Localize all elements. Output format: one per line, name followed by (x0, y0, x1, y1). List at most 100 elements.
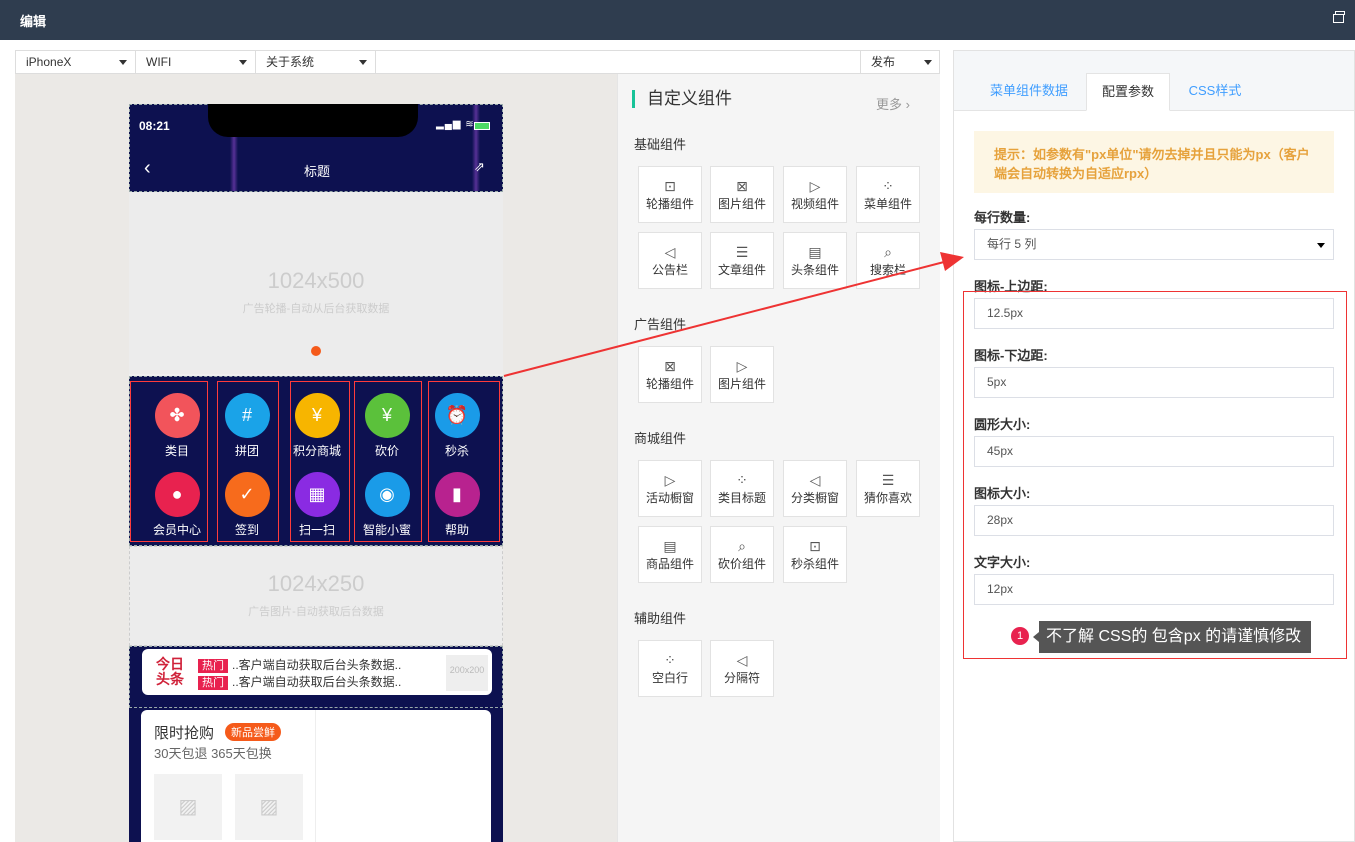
tab-config[interactable]: 配置参数 (1086, 73, 1170, 111)
tab-css[interactable]: CSS样式 (1176, 73, 1254, 111)
phone-notch (208, 104, 418, 137)
page-select[interactable]: 关于系统 (256, 51, 376, 73)
component-icon: ▤ (808, 244, 822, 260)
device-select[interactable]: iPhoneX (16, 51, 136, 73)
tab-menu-data[interactable]: 菜单组件数据 (974, 73, 1084, 111)
component-tile[interactable]: ⌕ 搜索栏 (856, 232, 920, 289)
component-tile[interactable]: ⁘ 菜单组件 (856, 166, 920, 223)
component-label: 头条组件 (790, 263, 839, 277)
share-icon[interactable]: ⇗ (474, 159, 485, 175)
component-label: 类目标题 (717, 491, 766, 505)
component-label: 视频组件 (790, 197, 839, 211)
component-icon: ☰ (735, 244, 749, 260)
phone-header[interactable]: 08:21 ▂▄▆ ≋ ‹ 标题 ⇗ (129, 104, 503, 192)
menu-item[interactable]: ✤ 类目 (142, 393, 212, 459)
component-label: 菜单组件 (863, 197, 912, 211)
component-tile[interactable]: ▷ 活动橱窗 (638, 460, 702, 517)
component-panel: 自定义组件 更多 › 基础组件 ⊡ 轮播组件 ⊠ 图片组件 ▷ 视频组件 ⁘ 菜单组件 ◁ 公告栏 ☰… (617, 74, 940, 842)
component-tile[interactable]: ☰ 猜你喜欢 (856, 460, 920, 517)
component-tile[interactable]: ◁ 公告栏 (638, 232, 702, 289)
component-icon: ⁘ (664, 652, 676, 668)
component-tile[interactable]: ☰ 文章组件 (710, 232, 774, 289)
more-label: 更多 (876, 97, 903, 112)
chevron-down-icon (924, 60, 932, 65)
component-tile[interactable]: ⌕ 砍价组件 (710, 526, 774, 583)
carousel-dot[interactable] (311, 346, 321, 356)
image-banner[interactable]: 1024x250 广告图片-自动获取后台数据 (129, 546, 503, 646)
menu-item-icon: ¥ (364, 393, 410, 438)
menu-item[interactable]: ⏰ 秒杀 (422, 393, 492, 459)
headline-item[interactable]: 热门 ..客户端自动获取后台头条数据.. (198, 656, 401, 673)
component-label: 活动橱窗 (645, 491, 694, 505)
component-tile[interactable]: ▷ 图片组件 (710, 346, 774, 403)
menu-item-icon: ⏰ (434, 393, 480, 438)
device-label: iPhoneX (26, 55, 72, 69)
component-tile[interactable]: ⊠ 图片组件 (710, 166, 774, 223)
publish-select[interactable]: 发布 (860, 51, 940, 73)
menu-item-label: 帮助 (444, 523, 469, 537)
menu-item[interactable]: ▮ 帮助 (422, 472, 492, 538)
flash-sale-title: 限时抢购 (154, 725, 215, 742)
component-tile[interactable]: ⁘ 类目标题 (710, 460, 774, 517)
chevron-right-icon: › (905, 97, 910, 112)
component-icon: ⌕ (738, 538, 746, 554)
hot-tag: 热门 (198, 676, 228, 690)
menu-component[interactable]: ✤ 类目 # 拼团 ¥ 积分商城 ¥ 砍价 ⏰ 秒杀 ● 会员中心 ✓ 签到 ▦ 扫一扫 ◉ 智能小蜜 ▮ 帮助 (129, 376, 503, 546)
component-icon: ▤ (663, 538, 677, 554)
component-tile[interactable]: ⊠ 轮播组件 (638, 346, 702, 403)
component-tile[interactable]: ▤ 商品组件 (638, 526, 702, 583)
component-group-title: 商城组件 (634, 431, 687, 446)
component-tile[interactable]: ⁘ 空白行 (638, 640, 702, 697)
component-group-title: 辅助组件 (634, 611, 687, 626)
component-label: 轮播组件 (645, 197, 694, 211)
menu-item[interactable]: ▦ 扫一扫 (282, 472, 352, 538)
menu-item[interactable]: ● 会员中心 (142, 472, 212, 538)
menu-item[interactable]: # 拼团 (212, 393, 282, 459)
chevron-down-icon (239, 60, 247, 65)
menu-item[interactable]: ◉ 智能小蜜 (352, 472, 422, 538)
component-label: 轮播组件 (645, 377, 694, 391)
menu-item-icon: ✤ (154, 393, 200, 438)
component-label: 图片组件 (717, 197, 766, 211)
component-icon: ▷ (809, 178, 821, 194)
component-tile[interactable]: ▤ 头条组件 (783, 232, 847, 289)
component-tile[interactable]: ▷ 视频组件 (783, 166, 847, 223)
component-icon: ◁ (664, 244, 676, 260)
menu-item-icon: ● (154, 472, 200, 517)
menu-item-icon: ▦ (294, 472, 340, 517)
component-label: 分隔符 (723, 671, 760, 685)
banner-caption: 广告轮播-自动从后台获取数据 (242, 303, 390, 315)
per-row-select[interactable]: 每行 5 列 (974, 229, 1334, 260)
component-icon: ⁘ (736, 472, 748, 488)
menu-item[interactable]: ¥ 积分商城 (282, 393, 352, 459)
menu-item[interactable]: ¥ 砍价 (352, 393, 422, 459)
component-label: 文章组件 (717, 263, 766, 277)
phone-preview: 08:21 ▂▄▆ ≋ ‹ 标题 ⇗ 1024x500 广告轮播-自动从后台获取… (129, 104, 503, 842)
headline-thumbnail: 200x200 (446, 655, 488, 691)
headline-component[interactable]: 今日 头条 热门 ..客户端自动获取后台头条数据.. 热门 ..客户端自动获取后台头条… (129, 646, 503, 708)
component-tile[interactable]: ◁ 分类橱窗 (783, 460, 847, 517)
component-tile[interactable]: ⊡ 轮播组件 (638, 166, 702, 223)
carousel-banner[interactable]: 1024x500 广告轮播-自动从后台获取数据 (129, 192, 503, 374)
maximize-icon[interactable] (1333, 11, 1345, 23)
component-icon: ⊡ (809, 538, 821, 554)
network-select[interactable]: WIFI (136, 51, 256, 73)
flash-sale-subtitle: 30天包退 365天包换 (154, 746, 272, 761)
more-link[interactable]: 更多 › (876, 94, 910, 113)
menu-item-icon: ▮ (434, 472, 480, 517)
annotation-note: 不了解 CSS的 包含px 的请谨慎修改 (1033, 621, 1311, 653)
component-label: 空白行 (651, 671, 688, 685)
flash-sale-component[interactable]: 限时抢购 新品尝鲜 30天包退 365天包换 ▨ ▨ (129, 708, 503, 842)
highlight-box (963, 291, 1347, 659)
component-tile[interactable]: ⊡ 秒杀组件 (783, 526, 847, 583)
component-icon: ⊠ (736, 178, 748, 194)
component-tile[interactable]: ◁ 分隔符 (710, 640, 774, 697)
component-label: 搜索栏 (869, 263, 906, 277)
menu-item-icon: # (224, 393, 270, 438)
headline-item[interactable]: 热门 ..客户端自动获取后台头条数据.. (198, 673, 401, 690)
menu-item[interactable]: ✓ 签到 (212, 472, 282, 538)
chevron-down-icon (359, 60, 367, 65)
component-icon: ◁ (809, 472, 821, 488)
menu-item-icon: ◉ (364, 472, 410, 517)
per-row-value: 每行 5 列 (987, 237, 1037, 251)
